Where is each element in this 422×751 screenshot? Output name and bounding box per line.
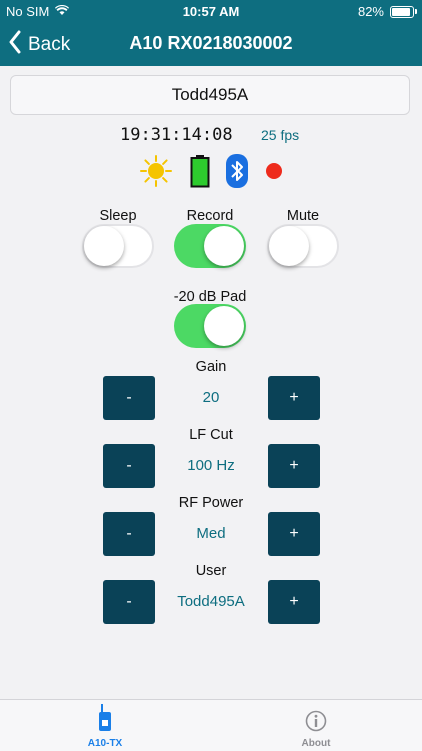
lf-cut-value: 100 Hz: [187, 457, 235, 474]
sun-icon: [139, 154, 173, 188]
user-value: Todd495A: [177, 593, 245, 610]
battery-icon: [390, 5, 417, 18]
tab-a10-tx-label: A10-TX: [87, 738, 123, 749]
record-label: Record: [186, 208, 234, 224]
mute-label: Mute: [286, 208, 320, 224]
navigation-bar: Back A10 RX0218030002: [0, 22, 422, 66]
rf-power-label: RF Power: [178, 495, 244, 511]
record-toggle[interactable]: [174, 224, 246, 268]
info-icon: [305, 710, 327, 737]
tab-about-label: About: [301, 738, 331, 749]
pad-label: -20 dB Pad: [173, 289, 247, 305]
sleep-toggle[interactable]: [82, 224, 154, 268]
rf-power-value: Med: [196, 525, 226, 542]
bluetooth-icon: [226, 154, 248, 188]
user-increase-button[interactable]: +: [268, 580, 320, 624]
battery-level-icon: [190, 154, 210, 188]
page-title: A10 RX0218030002: [129, 33, 293, 53]
status-bar: No SIM 10:57 AM 82%: [0, 0, 422, 22]
fps-label: 25 fps: [261, 127, 300, 143]
record-indicator-icon: [265, 162, 283, 180]
lf-cut-increase-button[interactable]: +: [268, 444, 320, 488]
timecode: 19:31:14:08: [120, 125, 233, 145]
gain-value: 20: [202, 389, 220, 406]
device-name: Todd495A: [171, 85, 249, 104]
gain-increase-button[interactable]: +: [268, 376, 320, 420]
rf-power-increase-button[interactable]: +: [268, 512, 320, 556]
battery-percent: 82%: [357, 4, 384, 19]
mute-toggle[interactable]: [267, 224, 339, 268]
device-name-field[interactable]: Todd495A: [10, 75, 410, 115]
sleep-label: Sleep: [99, 208, 137, 224]
tab-a10-tx[interactable]: A10-TX: [45, 700, 165, 751]
gain-label: Gain: [195, 359, 227, 375]
tab-bar: A10-TX About: [0, 699, 422, 751]
tab-about[interactable]: About: [256, 700, 376, 751]
user-label: User: [195, 563, 227, 579]
pad-toggle[interactable]: [174, 304, 246, 348]
lf-cut-label: LF Cut: [189, 427, 233, 443]
transmitter-icon: [98, 704, 112, 737]
